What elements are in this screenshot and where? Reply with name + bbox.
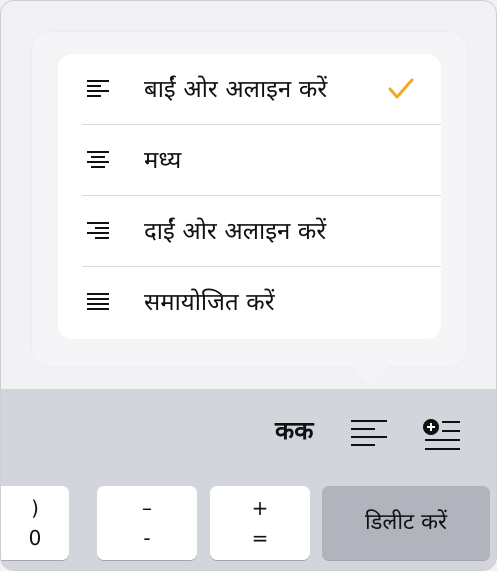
delete-key[interactable]: डिलीट करें: [322, 486, 490, 560]
menu-item-label: दाईं ओर अलाइन करें: [144, 217, 327, 245]
menu-item-align-left[interactable]: बाईं ओर अलाइन करें: [58, 54, 441, 125]
align-center-icon: [87, 151, 109, 168]
key-top-char: ): [31, 496, 39, 520]
menu-item-justify[interactable]: समायोजित करें: [58, 267, 441, 338]
app-window: बाईं ओर अलाइन करें मध्य दाईं ओर अलाइन कर…: [0, 0, 497, 571]
align-right-icon: [87, 222, 109, 239]
menu-item-label: मध्य: [144, 146, 182, 174]
text-style-button[interactable]: कक: [275, 413, 313, 447]
key-bottom-char: -: [143, 526, 151, 550]
menu-item-label: समायोजित करें: [144, 288, 275, 316]
menu-item-align-center[interactable]: मध्य: [58, 125, 441, 196]
align-justify-icon: [87, 293, 109, 310]
key-top-char: –: [142, 496, 152, 520]
key-minus[interactable]: – -: [97, 486, 197, 560]
insert-list-icon[interactable]: [422, 418, 460, 451]
checkmark-icon: [388, 78, 414, 99]
menu-item-align-right[interactable]: दाईं ओर अलाइन करें: [58, 196, 441, 267]
menu-item-label: बाईं ओर अलाइन करें: [144, 75, 328, 103]
key-bottom-char: 0: [28, 526, 42, 550]
alignment-menu: बाईं ओर अलाइन करें मध्य दाईं ओर अलाइन कर…: [58, 54, 441, 339]
key-0[interactable]: ) 0: [1, 486, 69, 560]
popover-arrow: [353, 366, 389, 386]
key-top-char: +: [251, 496, 269, 520]
align-left-icon[interactable]: [351, 420, 387, 446]
align-left-icon: [87, 80, 109, 97]
key-bottom-char: =: [251, 526, 269, 550]
key-equals[interactable]: + =: [210, 486, 310, 560]
delete-key-label: डिलीट करें: [364, 510, 448, 535]
